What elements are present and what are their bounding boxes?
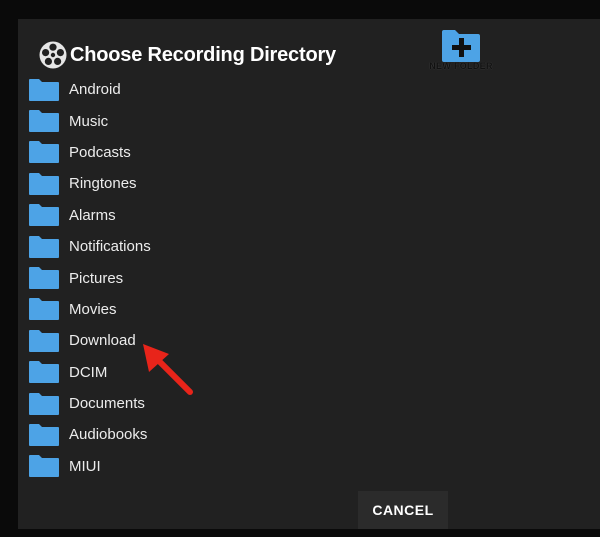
- folder-icon: [29, 235, 59, 258]
- folder-icon: [29, 329, 59, 352]
- folder-name: Download: [69, 332, 136, 350]
- folder-icon: [29, 361, 59, 384]
- folder-item-notifications[interactable]: Notifications: [28, 231, 151, 262]
- folder-icon: [29, 392, 59, 415]
- folder-list: Android Music Podcasts Ringtones Alarms Notif…: [28, 74, 151, 482]
- folder-name: Podcasts: [69, 143, 131, 161]
- folder-item-download[interactable]: Download: [28, 325, 151, 356]
- folder-icon: [29, 298, 59, 321]
- folder-item-ringtones[interactable]: Ringtones: [28, 168, 151, 199]
- folder-item-dcim[interactable]: DCIM: [28, 357, 151, 388]
- folder-name: MIUI: [69, 457, 101, 475]
- folder-item-documents[interactable]: Documents: [28, 388, 151, 419]
- folder-name: Android: [69, 81, 121, 99]
- new-folder-label: NEW FOLDER: [429, 61, 493, 71]
- cancel-button[interactable]: CANCEL: [358, 491, 448, 529]
- folder-name: Alarms: [69, 206, 116, 224]
- folder-item-android[interactable]: Android: [28, 74, 151, 105]
- folder-name: DCIM: [69, 363, 108, 381]
- folder-name: Music: [69, 112, 109, 130]
- dialog-title: Choose Recording Directory: [70, 43, 336, 66]
- folder-item-alarms[interactable]: Alarms: [28, 200, 151, 231]
- folder-icon: [29, 172, 59, 195]
- folder-item-miui[interactable]: MIUI: [28, 451, 151, 482]
- new-folder-button[interactable]: NEW FOLDER: [426, 28, 496, 74]
- folder-name: Movies: [69, 300, 117, 318]
- folder-icon: [29, 423, 59, 446]
- folder-icon: [29, 78, 59, 101]
- dialog-header: Choose Recording Directory: [38, 40, 336, 70]
- choose-directory-dialog: Choose Recording Directory NEW FOLDER An…: [18, 19, 600, 529]
- folder-icon: [29, 455, 59, 478]
- folder-name: Audiobooks: [69, 426, 148, 444]
- folder-icon: [29, 204, 59, 227]
- folder-item-movies[interactable]: Movies: [28, 294, 151, 325]
- folder-name: Notifications: [69, 238, 151, 256]
- folder-icon: [29, 267, 59, 290]
- folder-icon: [29, 141, 59, 164]
- folder-item-audiobooks[interactable]: Audiobooks: [28, 419, 151, 450]
- folder-item-podcasts[interactable]: Podcasts: [28, 137, 151, 168]
- folder-item-music[interactable]: Music: [28, 105, 151, 136]
- folder-name: Documents: [69, 395, 145, 413]
- folder-name: Ringtones: [69, 175, 137, 193]
- film-reel-icon: [39, 41, 67, 69]
- folder-item-pictures[interactable]: Pictures: [28, 262, 151, 293]
- folder-icon: [29, 110, 59, 133]
- folder-name: Pictures: [69, 269, 124, 287]
- folder-plus-icon: [442, 30, 480, 62]
